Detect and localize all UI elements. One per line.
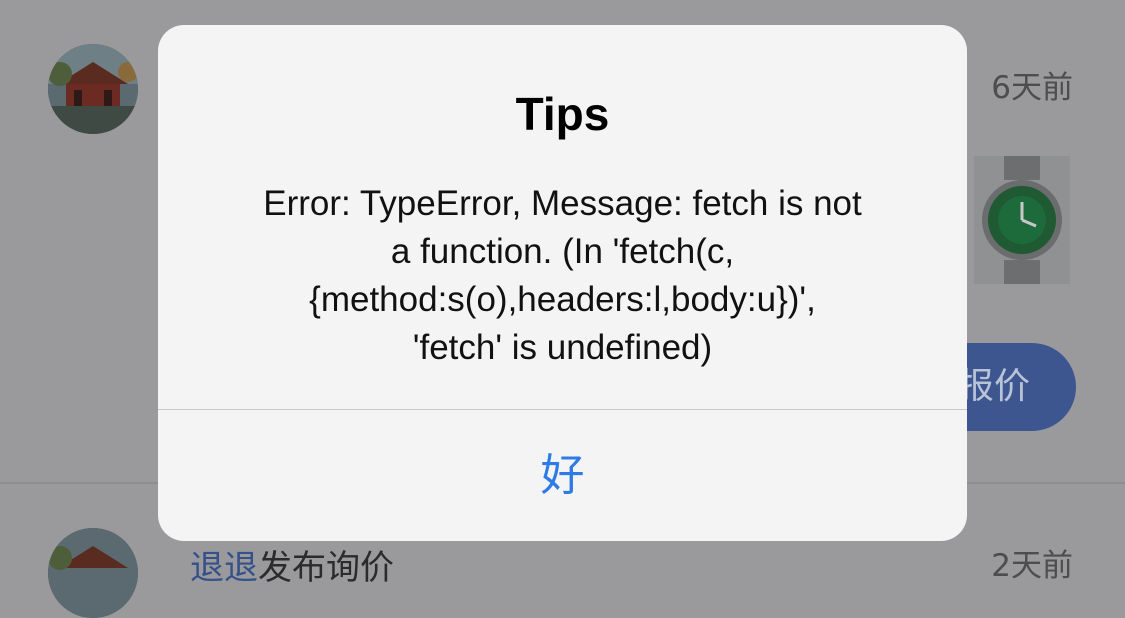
avatar-image: [48, 44, 138, 134]
post-time: 2天前: [991, 548, 1073, 584]
avatar-image: [48, 528, 138, 618]
user-avatar[interactable]: [48, 528, 138, 618]
feed-item-text: 退退发布询价: [190, 540, 394, 589]
user-avatar[interactable]: [48, 44, 138, 134]
alert-title: Tips: [515, 88, 610, 140]
post-time: 6天前: [991, 70, 1073, 106]
feed-item-action: 发布询价: [258, 548, 394, 588]
watch-image: [974, 156, 1070, 284]
alert-content: Tips Error: TypeError, Message: fetch is…: [158, 25, 967, 409]
username-link[interactable]: 退退: [190, 548, 258, 588]
product-thumbnail[interactable]: [974, 156, 1070, 284]
alert-dialog: Tips Error: TypeError, Message: fetch is…: [158, 25, 967, 541]
alert-message: Error: TypeError, Message: fetch is not …: [263, 184, 862, 367]
alert-ok-button[interactable]: 好: [158, 410, 967, 541]
